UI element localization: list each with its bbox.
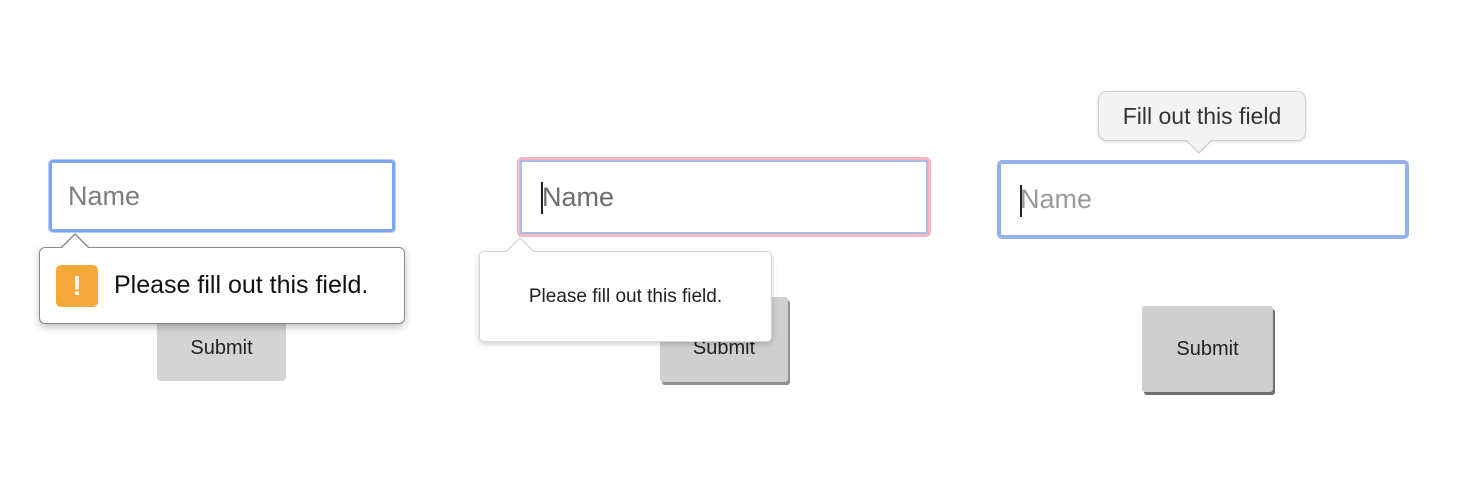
name-input[interactable]: [49, 160, 395, 232]
name-input[interactable]: [520, 160, 928, 234]
text-caret: [1020, 185, 1022, 217]
validation-tooltip: ! Please fill out this field.: [39, 233, 405, 324]
submit-button[interactable]: Submit: [1142, 306, 1273, 392]
validation-message: Please fill out this field.: [114, 271, 369, 299]
text-caret: [541, 182, 543, 214]
validation-tooltip: Please fill out this field.: [479, 237, 772, 342]
validation-panel-firefox: Submit Please fill out this field.: [460, 0, 960, 490]
validation-message: Please fill out this field.: [528, 285, 723, 307]
validation-message: Fill out this field: [1122, 102, 1282, 129]
validation-panel-chrome: Submit ! Please fill out this field.: [0, 0, 460, 490]
name-input[interactable]: [997, 160, 1409, 239]
warning-icon: !: [56, 264, 98, 307]
validation-panel-safari: Fill out this field Submit: [960, 0, 1470, 490]
validation-tooltip: Fill out this field: [1098, 91, 1306, 154]
